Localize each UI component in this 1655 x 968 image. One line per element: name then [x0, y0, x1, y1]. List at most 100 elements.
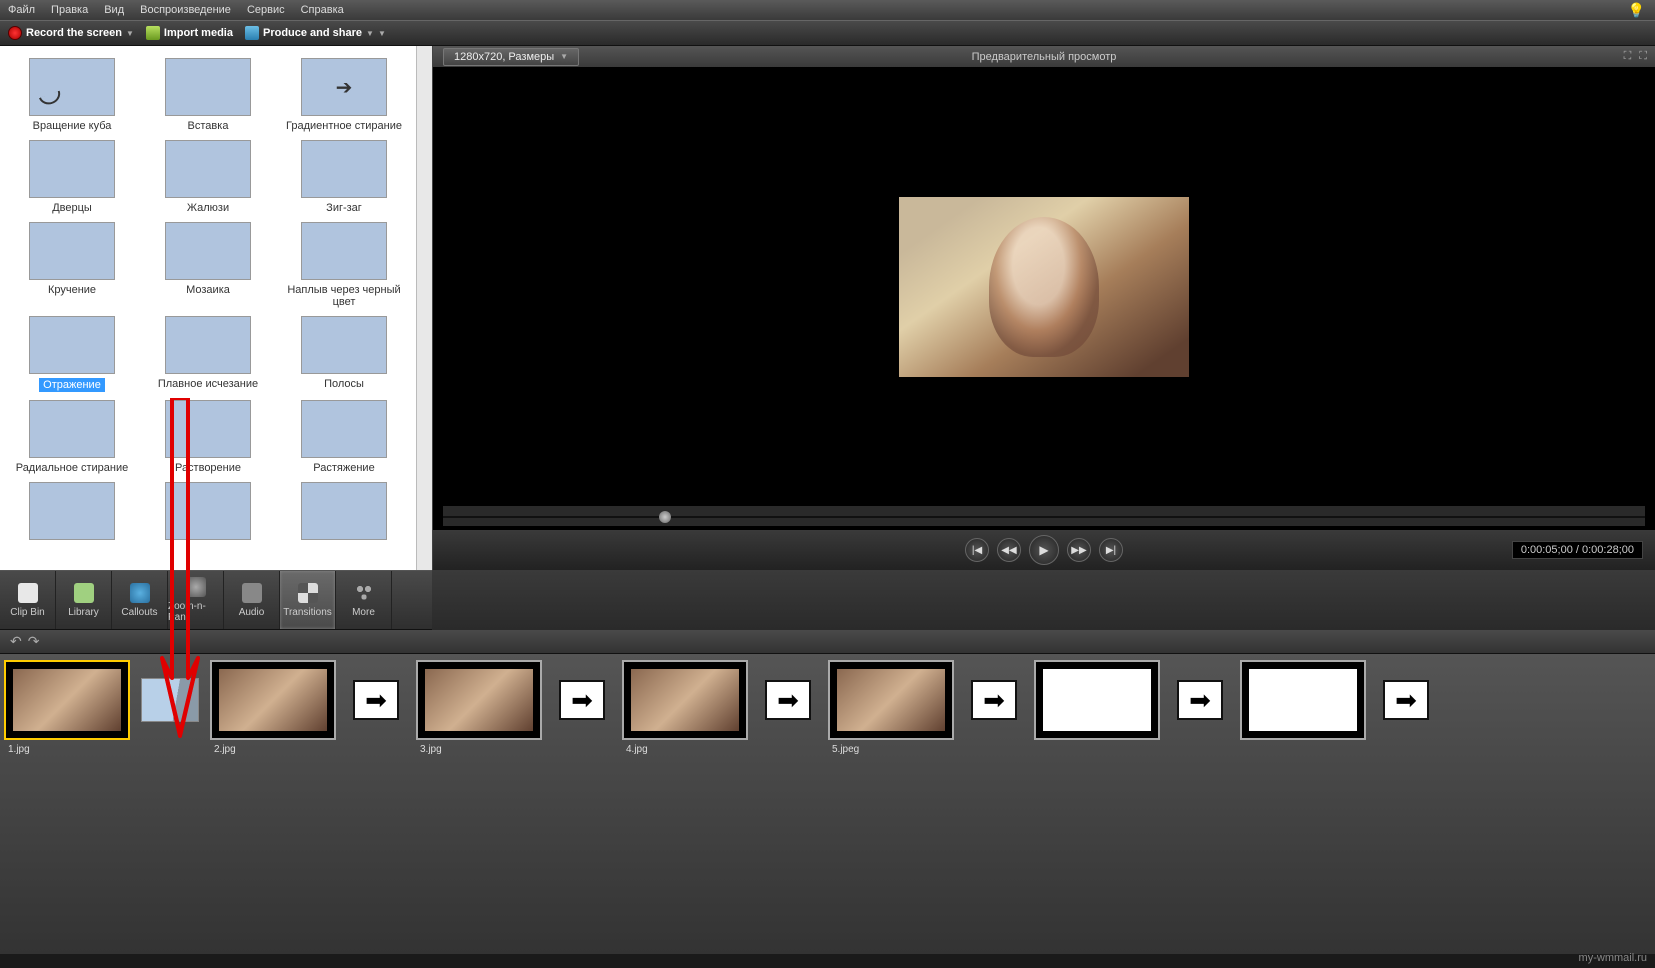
lib-icon — [74, 583, 94, 603]
transition-thumb — [29, 222, 115, 280]
transition-item[interactable]: Плавное исчезание — [148, 316, 268, 392]
transition-item[interactable]: Жалюзи — [148, 140, 268, 214]
transition-item[interactable]: Кручение — [12, 222, 132, 308]
transition-item[interactable]: Растяжение — [284, 400, 404, 474]
transition-item[interactable]: Вращение куба — [12, 58, 132, 132]
transition-item[interactable]: Дверцы — [12, 140, 132, 214]
timeline-clip[interactable] — [1240, 660, 1366, 744]
arrow-icon: ➡ — [971, 680, 1017, 720]
transition-slot[interactable]: ➡ — [340, 660, 412, 740]
transition-item[interactable]: Растворение — [148, 400, 268, 474]
fullscreen-icon[interactable]: ⛶ — [1639, 50, 1647, 63]
transition-thumb — [301, 222, 387, 280]
tab-transitions[interactable]: Transitions — [280, 571, 336, 629]
clip-thumbnail — [837, 669, 945, 731]
prev-button[interactable]: |◀ — [965, 538, 989, 562]
menu-edit[interactable]: Правка — [51, 4, 88, 16]
transition-thumb — [301, 482, 387, 540]
clip-filename: 2.jpg — [210, 744, 336, 755]
import-label: Import media — [164, 27, 233, 39]
transition-slot[interactable] — [134, 660, 206, 740]
transition-label: Радиальное стирание — [16, 462, 129, 474]
menu-help[interactable]: Справка — [301, 4, 344, 16]
clip-thumbnail — [631, 669, 739, 731]
timeline-clip[interactable]: 3.jpg — [416, 660, 542, 755]
tab-label: Clip Bin — [10, 607, 44, 618]
clip-thumbnail — [13, 669, 121, 731]
scrubber-thumb[interactable] — [659, 511, 671, 523]
transition-item[interactable]: Отражение — [12, 316, 132, 392]
tool-tabs-spacer — [432, 570, 1655, 630]
play-button[interactable]: ▶ — [1029, 535, 1059, 565]
import-media-button[interactable]: Import media — [146, 26, 233, 40]
main-toolbar: Record the screen ▼ Import media Produce… — [0, 20, 1655, 46]
rewind-button[interactable]: ◀◀ — [997, 538, 1021, 562]
transition-slot[interactable]: ➡ — [752, 660, 824, 740]
timeline-clip[interactable]: 4.jpg — [622, 660, 748, 755]
transition-item[interactable]: Градиентное стирание — [284, 58, 404, 132]
tab-label: Audio — [239, 607, 265, 618]
undo-icon[interactable]: ↶ — [10, 633, 22, 650]
watermark: my-wmmail.ru — [1579, 952, 1647, 964]
timeline-clip[interactable]: 2.jpg — [210, 660, 336, 755]
menu-play[interactable]: Воспроизведение — [140, 4, 231, 16]
tab-zoomnpan[interactable]: Zoom-n-Pan — [168, 571, 224, 629]
record-screen-button[interactable]: Record the screen ▼ — [8, 26, 134, 40]
arrow-icon: ➡ — [559, 680, 605, 720]
redo-icon[interactable]: ↷ — [28, 633, 40, 650]
tab-callouts[interactable]: Callouts — [112, 571, 168, 629]
transition-label: Мозаика — [186, 284, 230, 296]
transition-slot[interactable]: ➡ — [1164, 660, 1236, 740]
transition-label: Наплыв через черный цвет — [287, 284, 400, 308]
transition-slot[interactable]: ➡ — [546, 660, 618, 740]
scrollbar[interactable] — [416, 46, 432, 570]
transition-slot[interactable]: ➡ — [958, 660, 1030, 740]
menu-view[interactable]: Вид — [104, 4, 124, 16]
produce-label: Produce and share — [263, 27, 362, 39]
produce-share-button[interactable]: Produce and share ▼ ▼ — [245, 26, 386, 40]
menu-tools[interactable]: Сервис — [247, 4, 285, 16]
transition-slot[interactable]: ➡ — [1370, 660, 1442, 740]
transition-item[interactable]: Радиальное стирание — [12, 400, 132, 474]
transitions-grid[interactable]: Вращение куба Вставка Градиентное стирание… — [0, 46, 416, 570]
preview-canvas[interactable] — [433, 68, 1655, 506]
next-button[interactable]: ▶| — [1099, 538, 1123, 562]
zoom-icon — [186, 577, 206, 597]
timeline-clip[interactable]: 1.jpg — [4, 660, 130, 755]
timeline[interactable]: 1.jpg2.jpg➡3.jpg➡4.jpg➡5.jpeg➡➡➡ — [0, 654, 1655, 954]
tab-clipbin[interactable]: Clip Bin — [0, 571, 56, 629]
transition-item[interactable] — [284, 482, 404, 544]
preview-panel: 1280x720, Размеры ▼ Предварительный прос… — [432, 46, 1655, 570]
shrink-icon[interactable]: ⛶ — [1624, 50, 1632, 63]
transition-label: Жалюзи — [187, 202, 229, 214]
transition-item[interactable]: Полосы — [284, 316, 404, 392]
transition-thumb — [165, 222, 251, 280]
forward-button[interactable]: ▶▶ — [1067, 538, 1091, 562]
tab-label: Zoom-n-Pan — [168, 601, 223, 623]
transition-item[interactable] — [148, 482, 268, 544]
hint-bulb-icon[interactable]: 💡 — [1628, 2, 1645, 19]
transition-item[interactable]: Мозаика — [148, 222, 268, 308]
tool-tabs-row: Clip Bin LibraryCalloutsZoom-n-Pan Audio Tr… — [0, 570, 1655, 630]
transition-thumb — [165, 400, 251, 458]
transition-item[interactable]: Зиг-заг — [284, 140, 404, 214]
transition-label: Зиг-заг — [326, 202, 362, 214]
scrubber[interactable] — [443, 506, 1645, 526]
tab-more[interactable]: More — [336, 571, 392, 629]
menu-file[interactable]: Файл — [8, 4, 35, 16]
timeline-clip[interactable] — [1034, 660, 1160, 744]
dimensions-dropdown[interactable]: 1280x720, Размеры ▼ — [443, 48, 579, 66]
transition-thumb — [301, 316, 387, 374]
transition-item[interactable]: Вставка — [148, 58, 268, 132]
transition-item[interactable]: Наплыв через черный цвет — [284, 222, 404, 308]
clip-filename: 1.jpg — [4, 744, 130, 755]
produce-icon — [245, 26, 259, 40]
transition-label: Вставка — [188, 120, 229, 132]
tab-library[interactable]: Library — [56, 571, 112, 629]
timeline-clip[interactable]: 5.jpeg — [828, 660, 954, 755]
transition-item[interactable] — [12, 482, 132, 544]
applied-transition-icon — [141, 678, 199, 722]
transition-label: Кручение — [48, 284, 96, 296]
tool-tabs: Clip Bin LibraryCalloutsZoom-n-Pan Audio Tr… — [0, 570, 432, 630]
tab-audio[interactable]: Audio — [224, 571, 280, 629]
